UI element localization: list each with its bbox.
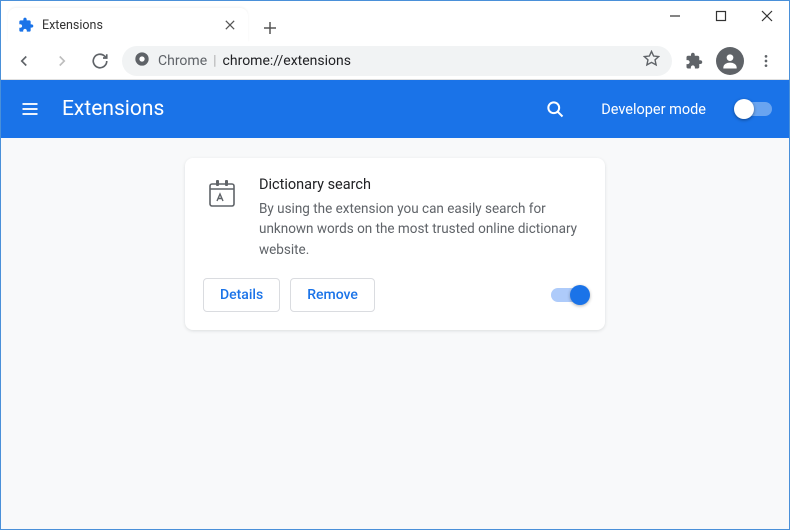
extensions-header: Extensions Developer mode: [0, 80, 790, 138]
dictionary-icon: [203, 176, 241, 214]
developer-mode-toggle[interactable]: [736, 102, 772, 116]
hamburger-menu-icon[interactable]: [18, 97, 42, 121]
close-tab-button[interactable]: [222, 17, 238, 33]
profile-avatar[interactable]: [716, 47, 744, 75]
chrome-icon: [134, 51, 150, 71]
back-button[interactable]: [8, 45, 40, 77]
toggle-knob: [734, 99, 754, 119]
extension-enable-toggle[interactable]: [551, 288, 587, 302]
reload-button[interactable]: [84, 45, 116, 77]
extensions-content: Dictionary search By using the extension…: [0, 138, 790, 530]
kebab-menu-icon[interactable]: [750, 45, 782, 77]
toggle-knob: [570, 285, 590, 305]
minimize-button[interactable]: [652, 1, 698, 31]
details-button[interactable]: Details: [203, 278, 280, 312]
extension-name: Dictionary search: [259, 176, 587, 193]
search-icon[interactable]: [543, 97, 567, 121]
tab-title: Extensions: [42, 18, 214, 33]
browser-tab[interactable]: Extensions: [8, 8, 248, 42]
page-title: Extensions: [62, 97, 523, 121]
address-bar[interactable]: Chrome | chrome://extensions: [122, 46, 672, 76]
browser-toolbar: Chrome | chrome://extensions: [0, 42, 790, 80]
forward-button[interactable]: [46, 45, 78, 77]
puzzle-icon: [18, 17, 34, 33]
url-text: Chrome | chrome://extensions: [158, 53, 635, 69]
new-tab-button[interactable]: [256, 14, 284, 42]
bookmark-star-icon[interactable]: [643, 50, 660, 71]
extensions-icon[interactable]: [678, 45, 710, 77]
extension-description: By using the extension you can easily se…: [259, 199, 587, 260]
tab-strip: Extensions: [8, 8, 284, 42]
developer-mode-label: Developer mode: [601, 101, 706, 118]
remove-button[interactable]: Remove: [290, 278, 375, 312]
extension-card: Dictionary search By using the extension…: [185, 158, 605, 330]
maximize-button[interactable]: [698, 1, 744, 31]
close-window-button[interactable]: [744, 1, 790, 31]
